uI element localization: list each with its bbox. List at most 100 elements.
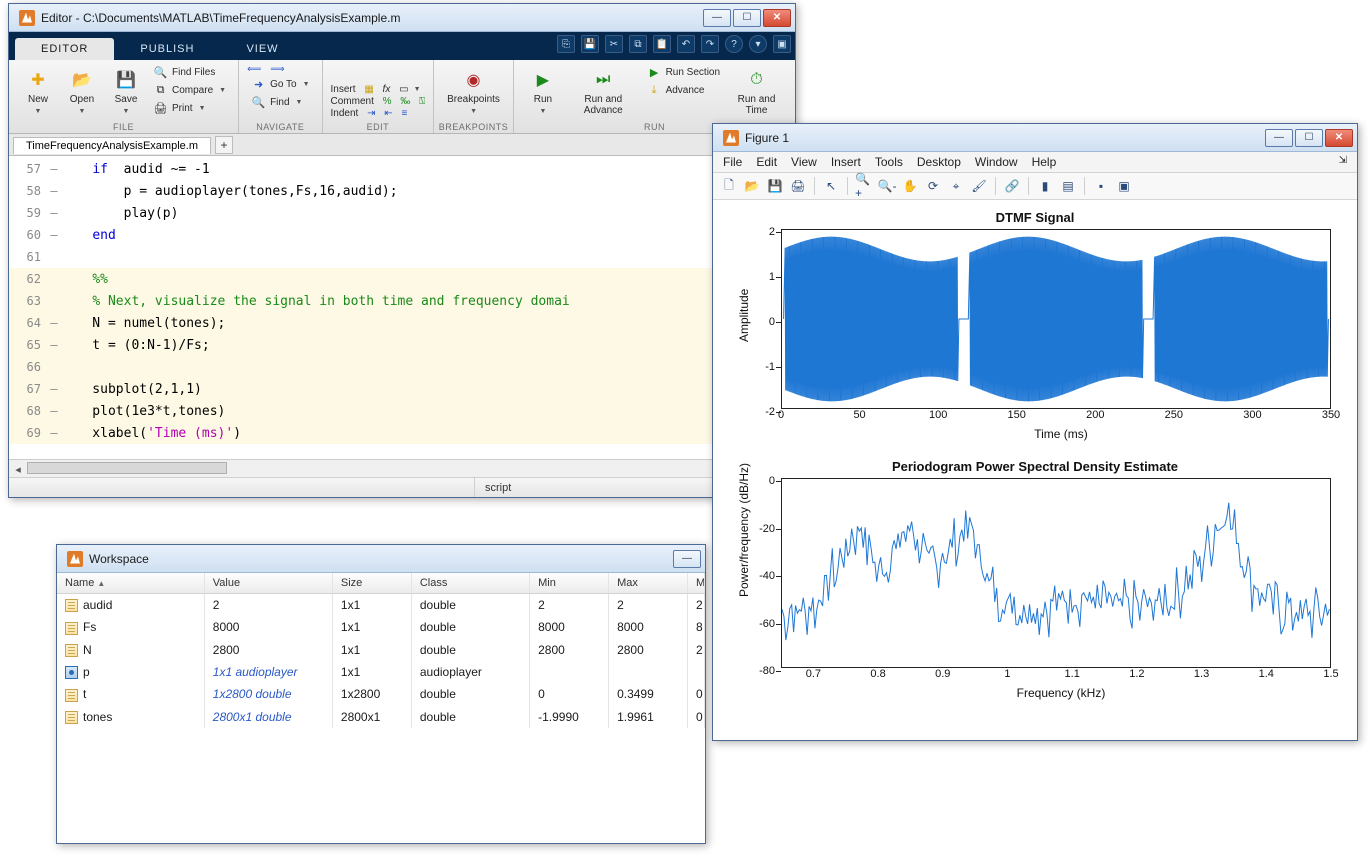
document-tab[interactable]: TimeFrequencyAnalysisExample.m: [13, 137, 211, 154]
col-more[interactable]: M: [688, 573, 705, 593]
table-row[interactable]: p1x1 audioplayer1x1audioplayer: [57, 661, 705, 683]
col-size[interactable]: Size: [333, 573, 412, 593]
menu-desktop[interactable]: Desktop: [917, 155, 961, 169]
table-row[interactable]: N28001x1double280028002: [57, 639, 705, 661]
menu-file[interactable]: File: [723, 155, 742, 169]
qat-icon[interactable]: ⎘: [557, 35, 575, 53]
workspace-header-row[interactable]: Name▲ Value Size Class Min Max M: [57, 573, 705, 594]
advance-button[interactable]: ⤓Advance: [643, 82, 724, 99]
print-icon[interactable]: 🖨: [788, 176, 808, 196]
menu-view[interactable]: View: [791, 155, 817, 169]
new-button[interactable]: ✚New▼: [17, 64, 59, 119]
rotate-icon[interactable]: ⟳: [923, 176, 943, 196]
new-doc-tab-button[interactable]: +: [215, 136, 233, 154]
qat-save-icon[interactable]: 💾: [581, 35, 599, 53]
code-line[interactable]: 65– t = (0:N-1)/Fs;: [9, 334, 795, 356]
pan-icon[interactable]: ✋: [900, 176, 920, 196]
minimize-button[interactable]: —: [1265, 129, 1293, 147]
code-line[interactable]: 61: [9, 246, 795, 268]
legend-icon[interactable]: ▤: [1058, 176, 1078, 196]
pointer-icon[interactable]: ↖: [821, 176, 841, 196]
run-button[interactable]: ▶Run▼: [522, 64, 564, 119]
save-button[interactable]: 💾Save▼: [105, 64, 147, 119]
table-row[interactable]: tones2800x1 double2800x1double-1.99901.9…: [57, 706, 705, 728]
code-line[interactable]: 69– xlabel('Time (ms)'): [9, 422, 795, 444]
qat-redo-icon[interactable]: ↷: [701, 35, 719, 53]
breakpoints-button[interactable]: ◉Breakpoints▼: [442, 64, 505, 119]
hide-tools-icon[interactable]: ▪: [1091, 176, 1111, 196]
table-row[interactable]: audid21x1double222: [57, 594, 705, 616]
open-figure-icon[interactable]: 📂: [742, 176, 762, 196]
workspace-titlebar[interactable]: Workspace —: [57, 545, 705, 573]
run-time-button[interactable]: ⏱Run and Time: [726, 64, 787, 119]
brush-icon[interactable]: 🖌: [969, 176, 989, 196]
tab-view[interactable]: VIEW: [220, 38, 304, 60]
col-max[interactable]: Max: [609, 573, 688, 593]
code-line[interactable]: 63 % Next, visualize the signal in both …: [9, 290, 795, 312]
qat-copy-icon[interactable]: ⧉: [629, 35, 647, 53]
close-button[interactable]: ✕: [1325, 129, 1353, 147]
code-line[interactable]: 59– play(p): [9, 202, 795, 224]
minimize-button[interactable]: —: [703, 9, 731, 27]
maximize-button[interactable]: ☐: [733, 9, 761, 27]
tab-editor[interactable]: EDITOR: [15, 38, 114, 60]
qat-help-icon[interactable]: ?: [725, 35, 743, 53]
maximize-button[interactable]: ☐: [1295, 129, 1323, 147]
menu-dock-icon[interactable]: ⇲: [1339, 155, 1347, 169]
show-tools-icon[interactable]: ▣: [1114, 176, 1134, 196]
open-button[interactable]: 📂Open▼: [61, 64, 103, 119]
code-line[interactable]: 58– p = audioplayer(tones,Fs,16,audid);: [9, 180, 795, 202]
insert-row[interactable]: Insert ▦ fx ▭▼: [331, 84, 426, 95]
zoom-out-icon[interactable]: 🔍-: [877, 176, 897, 196]
minimize-button[interactable]: —: [673, 550, 701, 568]
horizontal-scrollbar[interactable]: ◂ ▸: [9, 459, 795, 477]
colorbar-icon[interactable]: ▮: [1035, 176, 1055, 196]
compare-button[interactable]: ⧉Compare▼: [149, 82, 230, 99]
table-row[interactable]: t1x2800 double1x2800double00.34990: [57, 683, 705, 705]
code-line[interactable]: 68– plot(1e3*t,tones): [9, 400, 795, 422]
datatip-icon[interactable]: ⌖: [946, 176, 966, 196]
new-figure-icon[interactable]: 🗋: [719, 176, 739, 196]
run-advance-button[interactable]: ⏭Run and Advance: [566, 64, 641, 119]
qat-dock-icon[interactable]: ▣: [773, 35, 791, 53]
menu-help[interactable]: Help: [1032, 155, 1057, 169]
menu-insert[interactable]: Insert: [831, 155, 861, 169]
indent-row[interactable]: Indent ⇥ ⇤ ≡: [331, 108, 426, 119]
col-min[interactable]: Min: [530, 573, 609, 593]
link-icon[interactable]: 🔗: [1002, 176, 1022, 196]
tab-publish[interactable]: PUBLISH: [114, 38, 220, 60]
find-files-button[interactable]: 🔍Find Files: [149, 64, 230, 81]
qat-undo-icon[interactable]: ↶: [677, 35, 695, 53]
code-line[interactable]: 57– if audid ~= -1: [9, 158, 795, 180]
print-button[interactable]: 🖨Print▼: [149, 100, 230, 117]
comment-row[interactable]: Comment % ‰ ⍂: [331, 96, 426, 107]
chart2-axes[interactable]: [781, 478, 1331, 668]
zoom-in-icon[interactable]: 🔍+: [854, 176, 874, 196]
code-line[interactable]: 66: [9, 356, 795, 378]
scroll-thumb[interactable]: [27, 462, 227, 474]
col-value[interactable]: Value: [205, 573, 333, 593]
save-figure-icon[interactable]: 💾: [765, 176, 785, 196]
col-class[interactable]: Class: [412, 573, 530, 593]
code-line[interactable]: 62 %%: [9, 268, 795, 290]
qat-paste-icon[interactable]: 📋: [653, 35, 671, 53]
menu-tools[interactable]: Tools: [875, 155, 903, 169]
col-name[interactable]: Name▲: [57, 573, 205, 593]
code-line[interactable]: 67– subplot(2,1,1): [9, 378, 795, 400]
close-button[interactable]: ✕: [763, 9, 791, 27]
editor-titlebar[interactable]: Editor - C:\Documents\MATLAB\TimeFrequen…: [9, 4, 795, 32]
find-button[interactable]: 🔍Find▼: [247, 94, 313, 111]
nav-back-forward[interactable]: ⟸ ⟹: [247, 64, 313, 75]
code-line[interactable]: 60– end: [9, 224, 795, 246]
chart1-axes[interactable]: [781, 229, 1331, 409]
code-line[interactable]: 64– N = numel(tones);: [9, 312, 795, 334]
code-editor[interactable]: 57– if audid ~= -158– p = audioplayer(to…: [9, 156, 795, 459]
figure-titlebar[interactable]: Figure 1 — ☐ ✕: [713, 124, 1357, 152]
goto-button[interactable]: ➜Go To▼: [247, 76, 313, 93]
menu-edit[interactable]: Edit: [756, 155, 777, 169]
qat-dropdown-icon[interactable]: ▾: [749, 35, 767, 53]
table-row[interactable]: Fs80001x1double800080008: [57, 616, 705, 638]
menu-window[interactable]: Window: [975, 155, 1018, 169]
run-section-button[interactable]: ▶Run Section: [643, 64, 724, 81]
scroll-left-icon[interactable]: ◂: [9, 460, 27, 478]
